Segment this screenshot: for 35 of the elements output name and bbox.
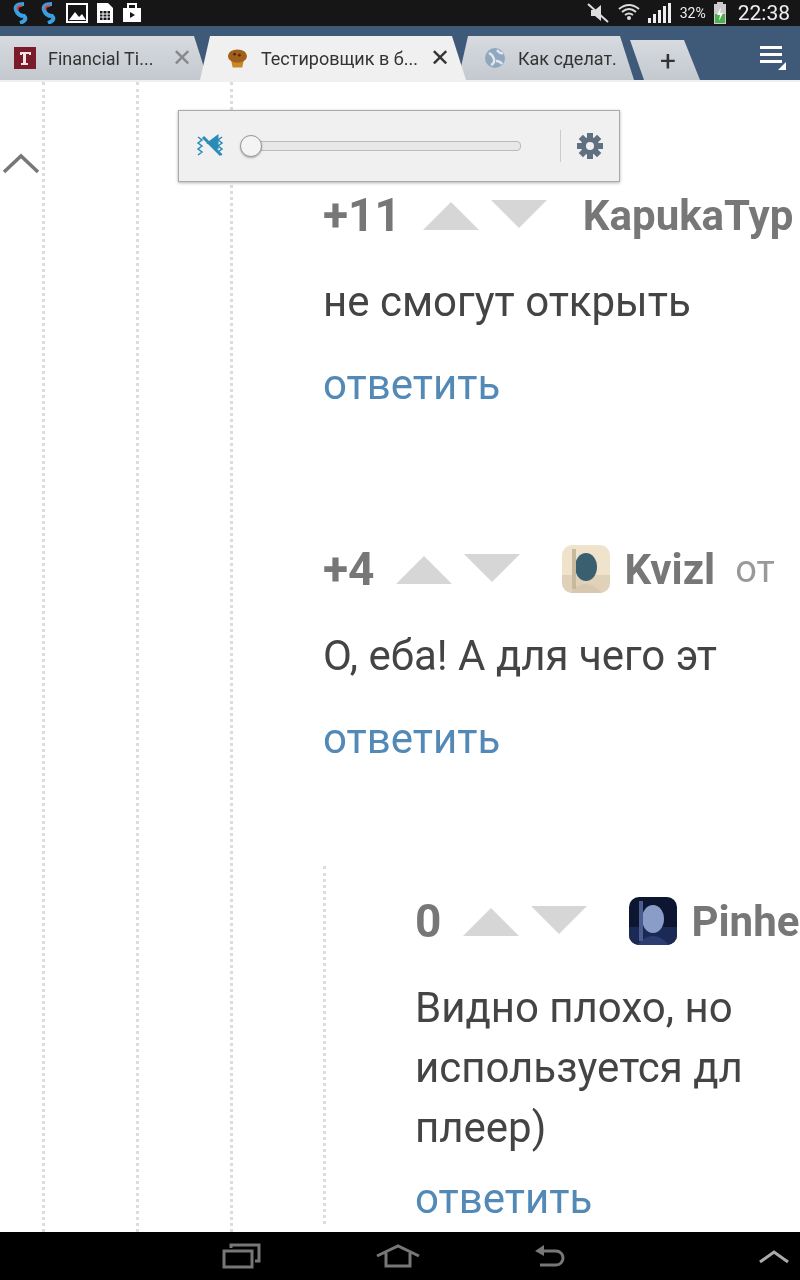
menu-icon[interactable]	[760, 44, 786, 70]
comment-score: 0	[415, 894, 442, 948]
wifi-icon	[617, 3, 640, 23]
favicon-icon	[14, 47, 36, 69]
comment-author[interactable]: KapukaTyp	[582, 190, 794, 240]
new-tab-button[interactable]: +	[630, 40, 700, 80]
home-icon[interactable]	[376, 1244, 420, 1268]
battery-charging-icon	[713, 2, 726, 24]
settings-icon[interactable]	[577, 133, 603, 159]
battery-percent: 32%	[679, 5, 706, 21]
scroll-up-icon[interactable]	[2, 152, 40, 174]
comment-score: +11	[323, 188, 401, 242]
comment-author[interactable]: Pinhe	[691, 896, 800, 946]
image-icon	[66, 3, 88, 23]
comment-author[interactable]: Kvizl	[624, 544, 716, 594]
comment-meta: от	[735, 547, 775, 591]
briefcase-icon	[122, 3, 142, 23]
mute-icon[interactable]	[195, 133, 225, 159]
reply-link[interactable]: ответить	[323, 355, 501, 415]
caret-up-icon[interactable]	[758, 1248, 790, 1264]
recent-apps-icon[interactable]	[222, 1243, 262, 1269]
muffin-icon	[226, 46, 249, 70]
signal-icon	[647, 3, 672, 23]
comment-text: не смогут открыть	[323, 276, 692, 328]
reply-link[interactable]: ответить	[323, 709, 501, 769]
comment-text: О, еба! А для чего эт	[323, 630, 718, 682]
browser-tab[interactable]: Тестировщик в б... ✕	[200, 36, 466, 80]
clock: 22:38	[737, 1, 790, 25]
mute-icon	[585, 3, 610, 23]
slider-thumb[interactable]	[240, 135, 262, 157]
comment-score: +4	[323, 542, 375, 596]
comment-text: Видно плохо, но используется дл плеер)	[415, 982, 744, 1154]
globe-icon	[484, 47, 506, 69]
reply-link[interactable]: ответить	[415, 1174, 593, 1224]
volume-slider[interactable]	[239, 133, 521, 159]
